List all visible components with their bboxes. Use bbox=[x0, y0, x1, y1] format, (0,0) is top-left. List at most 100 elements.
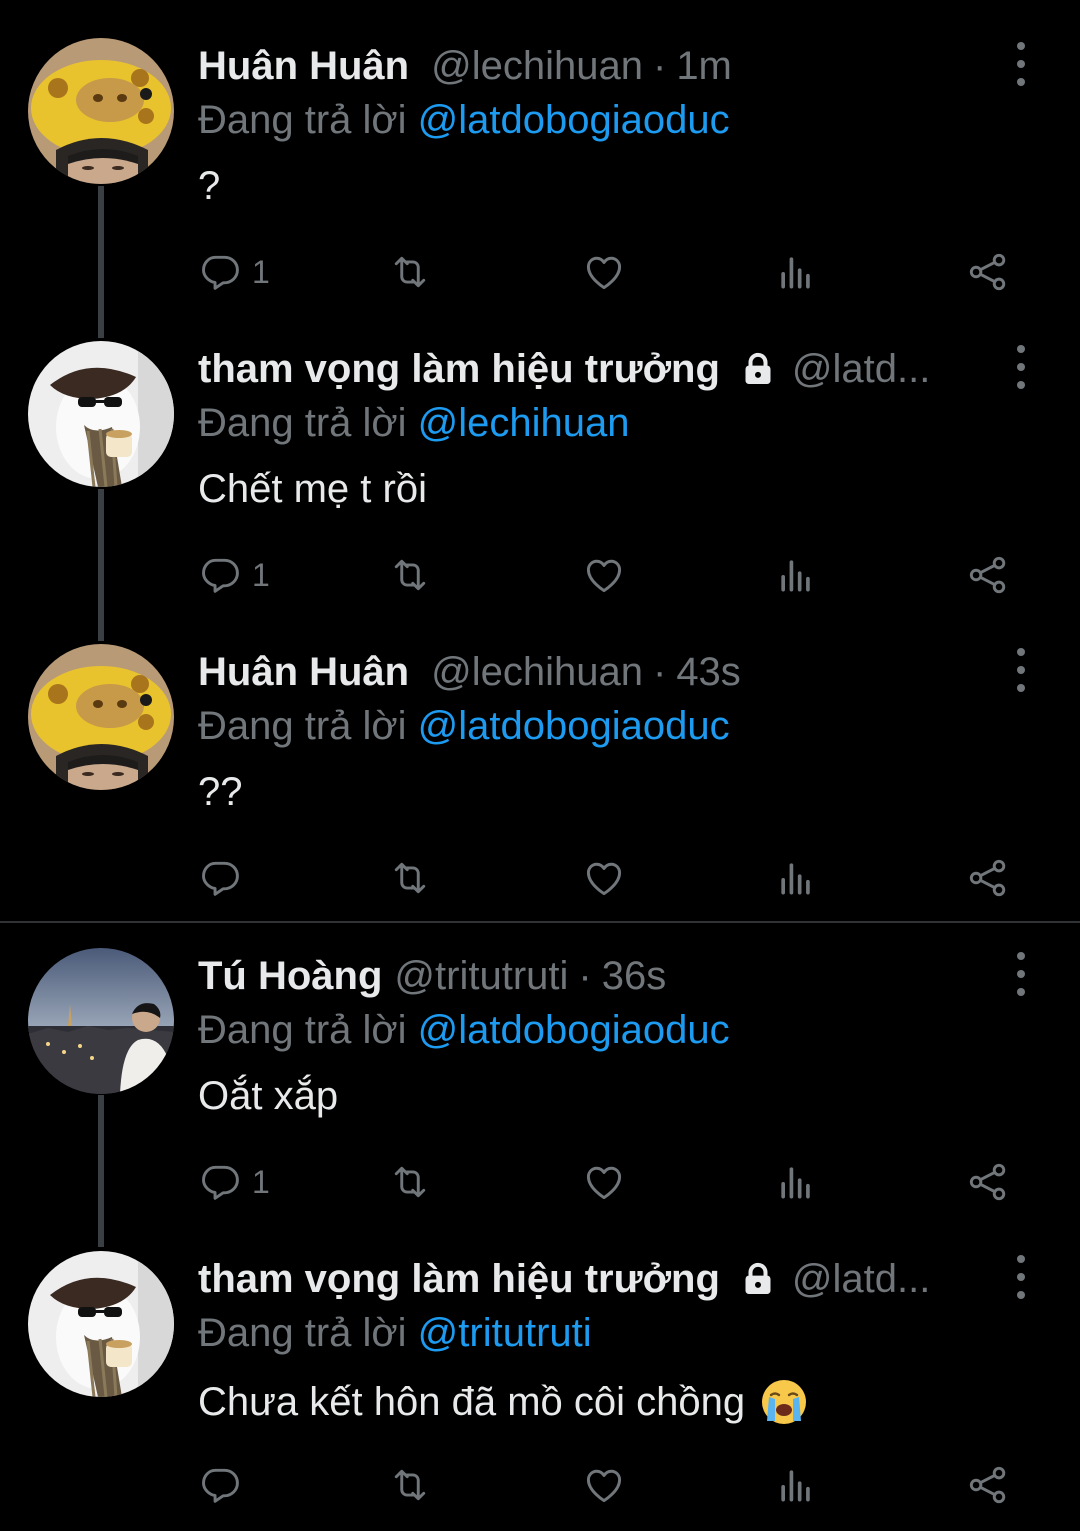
lock-icon bbox=[745, 1262, 771, 1294]
retweet-icon bbox=[394, 862, 426, 894]
separator-dot: · bbox=[652, 650, 667, 694]
tweet[interactable]: tham vọng làm hiệu trưởng @latd... Đang … bbox=[0, 1213, 1080, 1516]
tweet-text-content: Chưa kết hôn đã mồ côi chồng bbox=[198, 1379, 746, 1424]
like-button[interactable] bbox=[582, 551, 626, 599]
analytics-button[interactable] bbox=[774, 248, 818, 296]
retweet-button[interactable] bbox=[388, 551, 432, 599]
avatar[interactable] bbox=[28, 38, 174, 184]
reply-icon bbox=[202, 1468, 239, 1503]
retweet-button[interactable] bbox=[388, 854, 432, 902]
share-icon bbox=[969, 859, 1006, 897]
like-button[interactable] bbox=[582, 1158, 626, 1206]
tweet-text-content: Oắt xắp bbox=[198, 1074, 339, 1118]
retweet-icon bbox=[394, 1469, 426, 1501]
tweet[interactable]: tham vọng làm hiệu trưởng @latd... Đang … bbox=[0, 303, 1080, 606]
replying-to: Đang trả lời @latdobogiaoduc bbox=[198, 704, 730, 749]
avatar[interactable] bbox=[28, 341, 174, 487]
replying-to: Đang trả lời @latdobogiaoduc bbox=[198, 98, 730, 143]
share-button[interactable] bbox=[966, 1158, 1010, 1206]
share-button[interactable] bbox=[966, 248, 1010, 296]
reply-count: 1 bbox=[252, 1163, 270, 1200]
timestamp[interactable]: 43s bbox=[676, 650, 741, 694]
display-name[interactable]: tham vọng làm hiệu trưởng bbox=[198, 1257, 720, 1301]
heart-icon bbox=[586, 559, 622, 593]
analytics-button[interactable] bbox=[774, 1158, 818, 1206]
reply-button[interactable]: 1 bbox=[198, 248, 270, 296]
beret-cat-avatar-image bbox=[28, 341, 174, 487]
analytics-icon bbox=[781, 1167, 810, 1199]
user-handle[interactable]: @tritutruti bbox=[394, 954, 568, 998]
like-button[interactable] bbox=[582, 1461, 626, 1509]
user-handle[interactable]: @latd... bbox=[792, 1257, 930, 1301]
analytics-button[interactable] bbox=[774, 854, 818, 902]
tweet-header: tham vọng làm hiệu trưởng @latd... bbox=[198, 1257, 988, 1301]
more-options-icon[interactable] bbox=[1004, 952, 1038, 996]
analytics-icon bbox=[781, 863, 810, 895]
share-button[interactable] bbox=[966, 1461, 1010, 1509]
reply-button[interactable] bbox=[198, 854, 252, 902]
more-options-icon[interactable] bbox=[1004, 1255, 1038, 1299]
replying-to: Đang trả lời @tritutruti bbox=[198, 1311, 592, 1356]
lock-icon bbox=[745, 352, 771, 384]
timestamp[interactable]: 1m bbox=[676, 44, 732, 88]
heart-icon bbox=[586, 862, 622, 896]
more-options-icon[interactable] bbox=[1004, 42, 1038, 86]
analytics-icon bbox=[781, 1470, 810, 1502]
mention-link[interactable]: @lechihuan bbox=[418, 401, 630, 445]
avatar[interactable] bbox=[28, 948, 174, 1094]
beret-cat-avatar-image bbox=[28, 1251, 174, 1397]
tweet[interactable]: Huân Huân @lechihuan · 1m Đang trả lời @… bbox=[0, 0, 1080, 303]
replying-label: Đang trả lời bbox=[198, 704, 407, 748]
reply-icon bbox=[202, 1165, 239, 1200]
replying-label: Đang trả lời bbox=[198, 401, 407, 445]
retweet-button[interactable] bbox=[388, 248, 432, 296]
mention-link[interactable]: @tritutruti bbox=[418, 1311, 592, 1355]
analytics-button[interactable] bbox=[774, 1461, 818, 1509]
share-button[interactable] bbox=[966, 551, 1010, 599]
retweet-button[interactable] bbox=[388, 1461, 432, 1509]
display-name[interactable]: Huân Huân bbox=[198, 650, 409, 694]
mention-link[interactable]: @latdobogiaoduc bbox=[418, 704, 730, 748]
avatar[interactable] bbox=[28, 1251, 174, 1397]
mention-link[interactable]: @latdobogiaoduc bbox=[418, 98, 730, 142]
tweet-text: Chết mẹ t rồi bbox=[198, 467, 427, 512]
more-options-icon[interactable] bbox=[1004, 648, 1038, 692]
user-handle[interactable]: @lechihuan bbox=[431, 650, 643, 694]
replying-to: Đang trả lời @latdobogiaoduc bbox=[198, 1008, 730, 1053]
tweet[interactable]: Huân Huân @lechihuan · 43s Đang trả lời … bbox=[0, 606, 1080, 909]
avatar[interactable] bbox=[28, 644, 174, 790]
retweet-button[interactable] bbox=[388, 1158, 432, 1206]
reply-icon bbox=[202, 558, 239, 593]
analytics-icon bbox=[781, 257, 810, 289]
giraffe-hat-avatar-image bbox=[28, 38, 174, 184]
analytics-button[interactable] bbox=[774, 551, 818, 599]
mention-link[interactable]: @latdobogiaoduc bbox=[418, 1008, 730, 1052]
display-name[interactable]: Tú Hoàng bbox=[198, 954, 382, 998]
like-button[interactable] bbox=[582, 854, 626, 902]
display-name[interactable]: tham vọng làm hiệu trưởng bbox=[198, 347, 720, 391]
like-button[interactable] bbox=[582, 248, 626, 296]
reply-button[interactable]: 1 bbox=[198, 1158, 270, 1206]
timestamp[interactable]: 36s bbox=[602, 954, 667, 998]
reply-button[interactable]: 1 bbox=[198, 551, 270, 599]
user-handle[interactable]: @lechihuan bbox=[431, 44, 643, 88]
separator-dot: · bbox=[652, 44, 667, 88]
replying-to: Đang trả lời @lechihuan bbox=[198, 401, 630, 446]
reply-icon bbox=[202, 861, 239, 896]
loudly-crying-face-emoji-icon bbox=[762, 1380, 807, 1424]
tweet-text: Chưa kết hôn đã mồ côi chồng bbox=[198, 1377, 809, 1427]
action-bar bbox=[198, 854, 1018, 904]
more-options-icon[interactable] bbox=[1004, 345, 1038, 389]
tweet[interactable]: Tú Hoàng @tritutruti · 36s Đang trả lời … bbox=[0, 910, 1080, 1213]
tweet-text-content: ? bbox=[198, 164, 221, 208]
user-handle[interactable]: @latd... bbox=[792, 347, 930, 391]
replying-label: Đang trả lời bbox=[198, 1008, 407, 1052]
retweet-icon bbox=[394, 559, 426, 591]
share-button[interactable] bbox=[966, 854, 1010, 902]
reply-button[interactable] bbox=[198, 1461, 252, 1509]
tweet-text-content: ?? bbox=[198, 770, 243, 814]
reply-count: 1 bbox=[252, 253, 270, 290]
heart-icon bbox=[586, 1469, 622, 1503]
share-icon bbox=[969, 253, 1006, 291]
display-name[interactable]: Huân Huân bbox=[198, 44, 409, 88]
